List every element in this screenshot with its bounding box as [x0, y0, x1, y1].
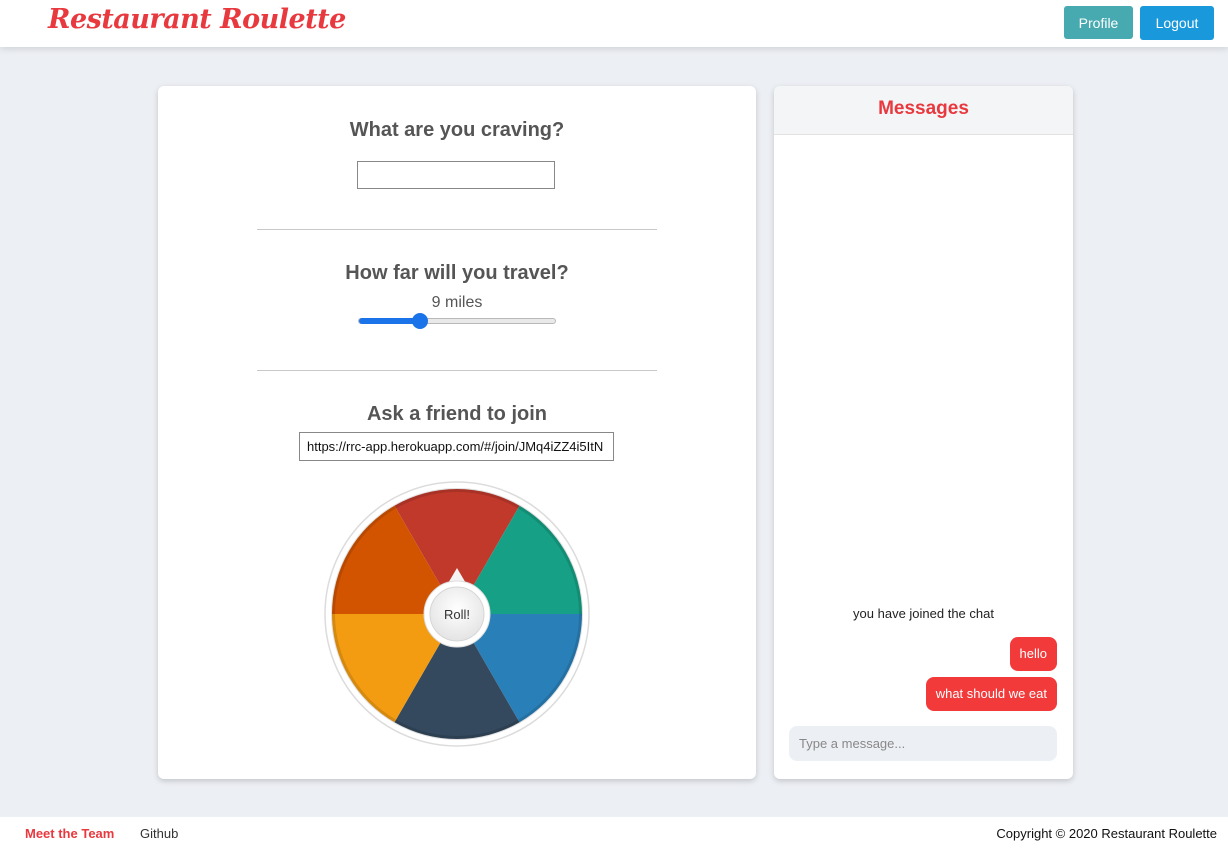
- top-navbar: Restaurant Roulette Profile Logout: [0, 0, 1228, 47]
- messages-title: Messages: [878, 98, 969, 119]
- message-input[interactable]: [789, 726, 1057, 761]
- meet-the-team-link[interactable]: Meet the Team: [25, 826, 114, 841]
- distance-value-label: 9 miles: [431, 294, 483, 311]
- roulette-wheel[interactable]: Roll!: [324, 481, 590, 747]
- profile-button[interactable]: Profile: [1064, 6, 1133, 39]
- craving-title: What are you craving?: [349, 119, 565, 141]
- invite-link-field[interactable]: https://rrc-app.herokuapp.com/#/join/JMq…: [299, 432, 614, 461]
- preferences-card: What are you craving? How far will you t…: [158, 86, 756, 779]
- app-logo[interactable]: Restaurant Roulette: [48, 4, 346, 35]
- section-divider: [257, 229, 657, 230]
- github-link[interactable]: Github: [140, 826, 178, 841]
- messages-panel: Messages you have joined the chat hello …: [774, 86, 1073, 779]
- roll-button[interactable]: Roll!: [424, 581, 490, 647]
- system-message: you have joined the chat: [853, 606, 994, 621]
- craving-input[interactable]: [357, 161, 555, 189]
- distance-slider-fill: [359, 318, 420, 324]
- distance-slider[interactable]: [358, 313, 556, 329]
- invite-link-text: https://rrc-app.herokuapp.com/#/join/JMq…: [307, 439, 604, 454]
- messages-header: Messages: [774, 86, 1073, 135]
- invite-title: Ask a friend to join: [366, 403, 548, 425]
- footer: Meet the Team Github Copyright © 2020 Re…: [0, 817, 1228, 849]
- distance-slider-thumb[interactable]: [411, 313, 428, 329]
- section-divider: [257, 370, 657, 371]
- copyright-text: Copyright © 2020 Restaurant Roulette: [996, 826, 1217, 841]
- logout-button[interactable]: Logout: [1140, 6, 1214, 40]
- chat-message-bubble: hello: [1009, 637, 1057, 671]
- distance-title: How far will you travel?: [345, 262, 569, 284]
- chat-message-bubble: what should we eat: [925, 677, 1057, 711]
